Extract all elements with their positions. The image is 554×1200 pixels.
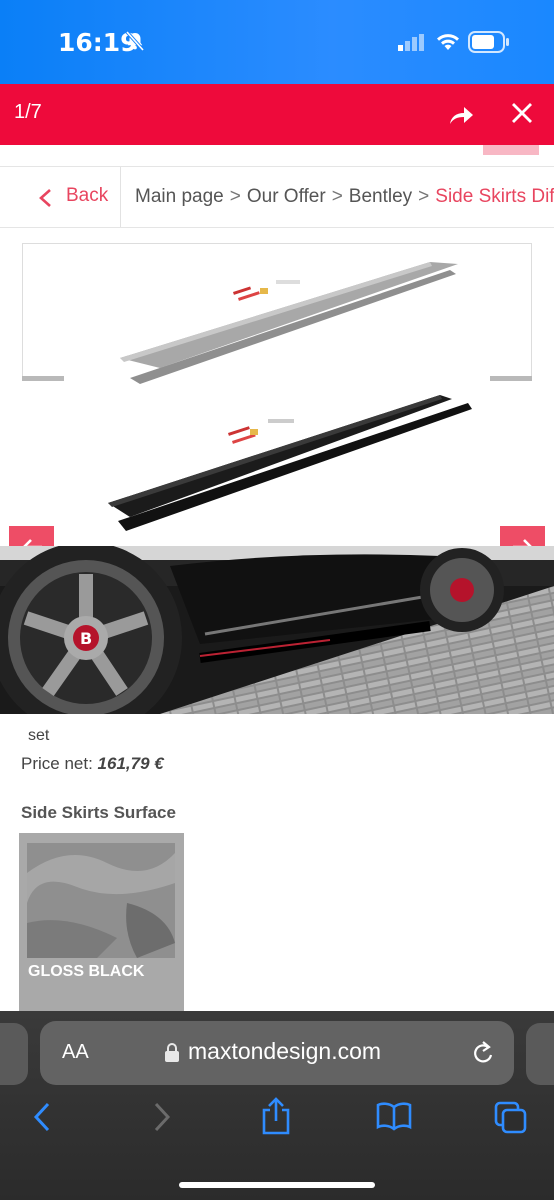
battery-icon (468, 31, 510, 58)
breadcrumb-trail: Main page > Our Offer > Bentley > Side Skirts … (135, 186, 554, 208)
image-counter: 1/7 (14, 101, 42, 123)
reload-icon[interactable] (470, 1039, 496, 1072)
url-domain: maxtondesign.com (188, 1038, 382, 1064)
close-icon[interactable] (511, 102, 533, 129)
address-bar[interactable]: AA maxtondesign.com (40, 1021, 514, 1085)
breadcrumb-separator-icon: > (331, 186, 343, 207)
surface-option-card[interactable]: GLOSS BLACK (19, 833, 184, 1013)
tabs-icon[interactable] (494, 1101, 528, 1140)
thumb-indicator-right (490, 376, 532, 381)
breadcrumb-item-our-offer[interactable]: Our Offer (247, 186, 326, 207)
next-tab-edge[interactable] (526, 1023, 554, 1085)
breadcrumb-current: Side Skirts Diffu (435, 186, 554, 207)
previous-tab-edge[interactable] (0, 1023, 28, 1085)
breadcrumb-item-main-page[interactable]: Main page (135, 186, 224, 207)
price-value: 161,79 € (97, 754, 164, 773)
breadcrumb-separator-icon: > (229, 186, 241, 207)
surface-section-title: Side Skirts Surface (21, 803, 176, 822)
lock-icon (164, 1043, 180, 1068)
chevron-left-icon (38, 188, 52, 213)
product-image-black-skirts (100, 385, 480, 540)
lightbox-header: 1/7 (0, 84, 554, 145)
car-side-photo: B (0, 542, 554, 734)
price-net: Price net: 161,79 € (21, 754, 164, 774)
share-sheet-icon[interactable] (261, 1097, 291, 1140)
wifi-icon (436, 32, 460, 57)
breadcrumb-item-bentley[interactable]: Bentley (349, 186, 412, 207)
cellular-signal-icon (398, 34, 426, 57)
back-label: Back (66, 185, 109, 206)
breadcrumb-separator-icon: > (418, 186, 430, 207)
breadcrumb: Back Main page > Our Offer > Bentley > Side Sk… (0, 166, 554, 228)
unit-label: set (28, 727, 50, 744)
svg-text:B: B (80, 629, 92, 648)
back-button[interactable]: Back (0, 167, 121, 227)
price-label: Price net: (21, 754, 93, 773)
page-settings-button[interactable]: AA (62, 1041, 89, 1064)
bookmarks-icon[interactable] (376, 1101, 412, 1136)
product-image-grey-skirts (100, 250, 470, 390)
status-bar: 16:19 (0, 0, 554, 84)
browser-toolbar: AA maxtondesign.com (0, 1011, 554, 1200)
surface-option-label: GLOSS BLACK (28, 963, 145, 980)
surface-option-image (27, 843, 175, 958)
header-tab-edge (483, 145, 539, 155)
home-indicator (179, 1182, 375, 1188)
back-icon[interactable] (32, 1101, 52, 1138)
share-icon[interactable] (448, 102, 474, 131)
forward-icon[interactable] (152, 1101, 172, 1138)
bell-muted-icon (124, 30, 146, 57)
thumb-indicator-left (22, 376, 64, 381)
